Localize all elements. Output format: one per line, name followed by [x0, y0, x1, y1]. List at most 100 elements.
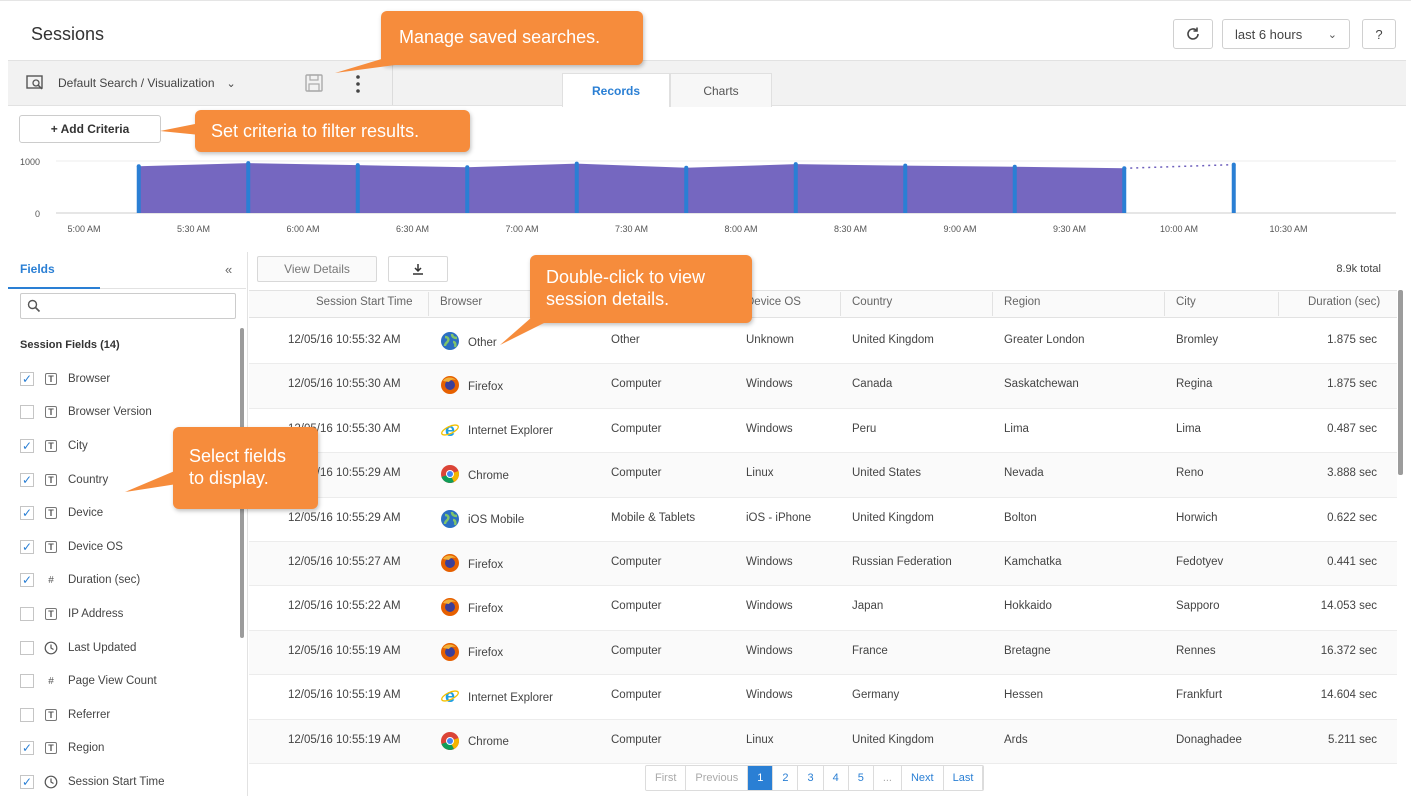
field-row[interactable]: T Browser Version [20, 396, 240, 430]
field-label: Device [68, 507, 104, 520]
page-2-button[interactable]: 2 [773, 766, 799, 790]
checkbox-checked[interactable]: ✓ [20, 472, 34, 487]
search-icon [27, 299, 41, 313]
column-header[interactable]: Session Start Time [316, 296, 413, 308]
cell-device-os: Windows [746, 600, 793, 613]
field-row[interactable]: Last Updated [20, 631, 240, 665]
x-tick-label: 5:00 AM [67, 224, 100, 234]
column-divider [840, 292, 841, 316]
view-details-button[interactable]: View Details [257, 256, 377, 282]
page-5-button[interactable]: 5 [848, 766, 874, 790]
save-icon[interactable] [302, 72, 326, 94]
cell-city: Lima [1176, 422, 1201, 435]
checkbox-checked[interactable]: ✓ [20, 506, 34, 521]
add-criteria-button[interactable]: + Add Criteria [19, 115, 161, 143]
column-header[interactable]: Duration (sec) [1308, 296, 1380, 308]
time-range-value: last 6 hours [1235, 26, 1303, 42]
checkbox-unchecked[interactable] [20, 606, 34, 621]
cell-city: Horwich [1176, 511, 1218, 524]
table-row[interactable] [249, 409, 1397, 454]
cell-device-os: Windows [746, 556, 793, 568]
field-search-input[interactable] [20, 293, 236, 319]
x-tick-label: 8:30 AM [834, 224, 867, 234]
help-button[interactable]: ? [1362, 19, 1396, 49]
firefox-icon [440, 597, 460, 620]
more-vertical-icon[interactable] [352, 72, 364, 96]
text-type-icon: T [44, 506, 58, 520]
fields-tab-underline [8, 287, 100, 289]
checkbox-checked[interactable]: ✓ [20, 573, 34, 588]
checkbox-unchecked[interactable] [20, 707, 34, 722]
column-header[interactable]: Device OS [746, 296, 801, 308]
chevron-down-icon: ⌄ [1327, 28, 1337, 41]
field-label: Session Start Time [68, 775, 165, 788]
table-row[interactable] [249, 364, 1397, 409]
cell-browser: Chrome [440, 731, 509, 754]
page-3-button[interactable]: 3 [798, 766, 824, 790]
column-header[interactable]: Browser [440, 296, 482, 308]
table-row[interactable] [249, 586, 1397, 631]
checkbox-checked[interactable]: ✓ [20, 741, 34, 756]
page-previous-button[interactable]: Previous [686, 766, 749, 790]
download-button[interactable] [388, 256, 448, 282]
field-row[interactable]: ✓ T Region [20, 732, 240, 766]
page-last-button[interactable]: Last [943, 766, 984, 790]
saved-search-select[interactable]: Default Search / Visualization ⌄ [26, 74, 236, 92]
pagination: First Previous 1 2 3 4 5... Next Last [645, 765, 985, 791]
tab-records[interactable]: Records [562, 73, 670, 107]
column-header[interactable]: City [1176, 296, 1196, 308]
column-header[interactable]: Country [852, 296, 892, 308]
tab-charts[interactable]: Charts [670, 73, 772, 107]
cell-device: Computer [611, 422, 662, 435]
column-divider [992, 292, 993, 316]
column-header[interactable]: Region [1004, 296, 1040, 308]
cell-start-time: 12/05/16 10:55:30 AM [288, 378, 401, 391]
cell-city: Rennes [1176, 644, 1216, 657]
table-scrollbar[interactable] [1398, 290, 1403, 475]
field-label: Page View Count [68, 675, 157, 688]
callout-pointer [160, 123, 200, 135]
checkbox-unchecked[interactable] [20, 674, 34, 689]
checkbox-checked[interactable]: ✓ [20, 371, 34, 386]
data-point [1012, 164, 1017, 169]
table-row[interactable] [249, 675, 1397, 720]
text-type-icon: T [44, 540, 58, 554]
cell-duration: 16.372 sec [1320, 644, 1377, 657]
cell-city: Regina [1176, 378, 1213, 391]
field-row[interactable]: ✓ T Browser [20, 362, 240, 396]
checkbox-checked[interactable]: ✓ [20, 438, 34, 453]
table-row[interactable] [249, 542, 1397, 587]
tab-fields[interactable]: Fields [20, 262, 55, 276]
field-row[interactable]: T IP Address [20, 597, 240, 631]
cell-device: Computer [611, 733, 662, 746]
page-1-button[interactable]: 1 [748, 766, 774, 790]
checkbox-unchecked[interactable] [20, 405, 34, 420]
checkbox-checked[interactable]: ✓ [20, 539, 34, 554]
cell-device-os: Windows [746, 644, 793, 657]
table-row[interactable] [249, 498, 1397, 542]
field-row[interactable]: ✓ # Duration (sec) [20, 564, 240, 598]
browser-label: Firefox [468, 602, 504, 615]
cell-device-os: Linux [746, 467, 774, 480]
table-row[interactable] [249, 630, 1397, 676]
field-row[interactable]: ✓ T Device OS [20, 530, 240, 564]
page-first-button[interactable]: First [646, 766, 687, 790]
field-row[interactable]: ✓ Session Start Time [20, 765, 240, 799]
page-next-button[interactable]: Next [901, 766, 944, 790]
cell-country: Japan [852, 600, 884, 613]
table-row[interactable] [249, 453, 1397, 498]
page-ellipsis-button[interactable]: ... [873, 766, 902, 790]
checkbox-checked[interactable]: ✓ [20, 774, 34, 789]
checkbox-unchecked[interactable] [20, 640, 34, 655]
time-range-select[interactable]: last 6 hours ⌄ [1222, 19, 1350, 49]
cell-country: United Kingdom [852, 334, 934, 346]
firefox-icon [440, 642, 460, 665]
refresh-button[interactable] [1173, 19, 1213, 49]
panel-divider [247, 252, 248, 796]
page-4-button[interactable]: 4 [823, 766, 849, 790]
field-row[interactable]: # Page View Count [20, 664, 240, 698]
column-divider [1278, 292, 1279, 316]
collapse-panel-icon[interactable]: « [225, 262, 232, 277]
field-row[interactable]: T Referrer [20, 698, 240, 732]
table-row[interactable] [249, 320, 1397, 365]
